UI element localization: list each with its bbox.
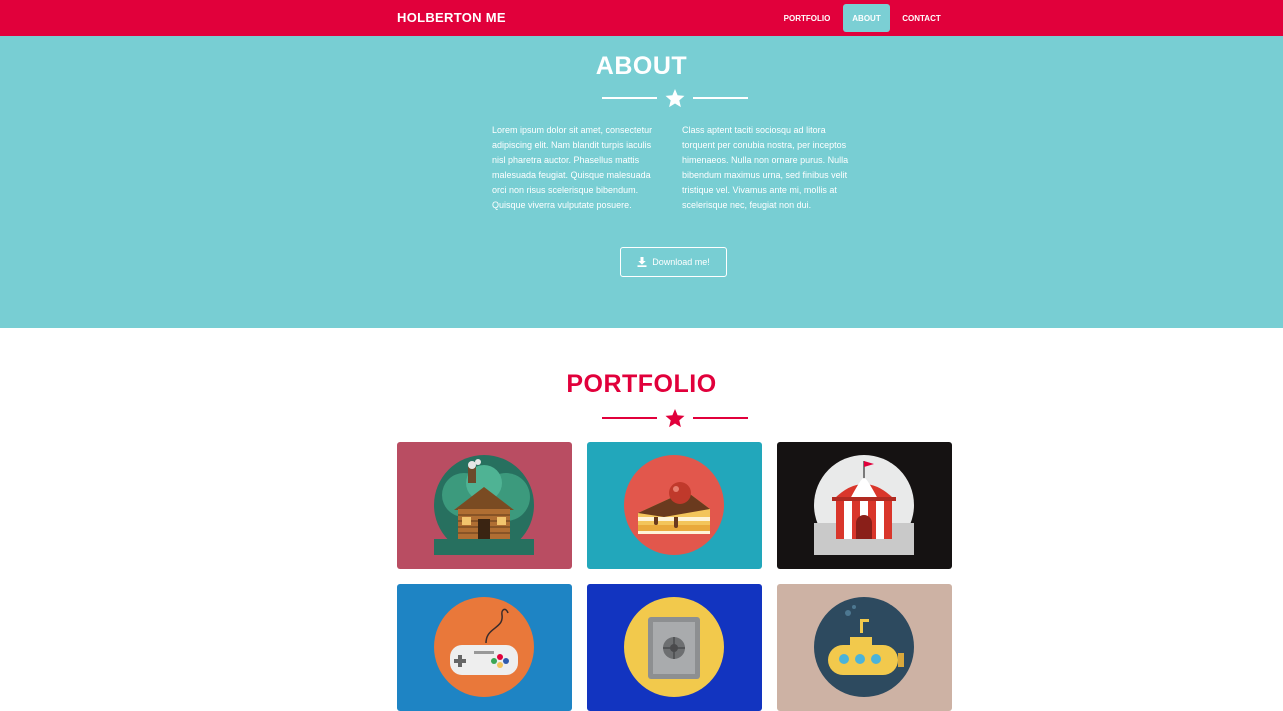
portfolio-item-safe[interactable] (587, 584, 762, 711)
game-controller-icon (434, 597, 534, 697)
about-text-right: Class aptent taciti sociosqu ad litora t… (682, 125, 849, 210)
portfolio-item-cabin[interactable] (397, 442, 572, 569)
navbar: HOLBERTON ME PORTFOLIO ABOUT CONTACT (0, 0, 1283, 36)
nav-contact[interactable]: CONTACT (895, 4, 948, 32)
nav-about[interactable]: ABOUT (843, 4, 890, 32)
about-text-left: Lorem ipsum dolor sit amet, consectetur … (492, 125, 653, 210)
brand-logo[interactable]: HOLBERTON ME (397, 10, 506, 25)
safe-icon (624, 597, 724, 697)
circus-tent-icon (814, 455, 914, 555)
nav-portfolio[interactable]: PORTFOLIO (776, 4, 838, 32)
submarine-icon (814, 597, 914, 697)
portfolio-divider (602, 409, 748, 428)
download-button[interactable]: Download me! (620, 247, 727, 277)
about-title: ABOUT (595, 52, 688, 80)
portfolio-item-cake[interactable] (587, 442, 762, 569)
portfolio-item-submarine[interactable] (777, 584, 952, 711)
portfolio-item-circus[interactable] (777, 442, 952, 569)
star-icon (665, 89, 685, 108)
download-label: Download me! (652, 257, 710, 267)
cabin-icon (434, 455, 534, 555)
download-icon (637, 257, 647, 267)
about-section: ABOUT Lorem ipsum dolor sit amet, consec… (0, 36, 1283, 328)
cake-icon (624, 455, 724, 555)
portfolio-title: PORTFOLIO (566, 370, 717, 398)
about-divider (602, 89, 748, 108)
star-icon (665, 409, 685, 428)
portfolio-item-controller[interactable] (397, 584, 572, 711)
